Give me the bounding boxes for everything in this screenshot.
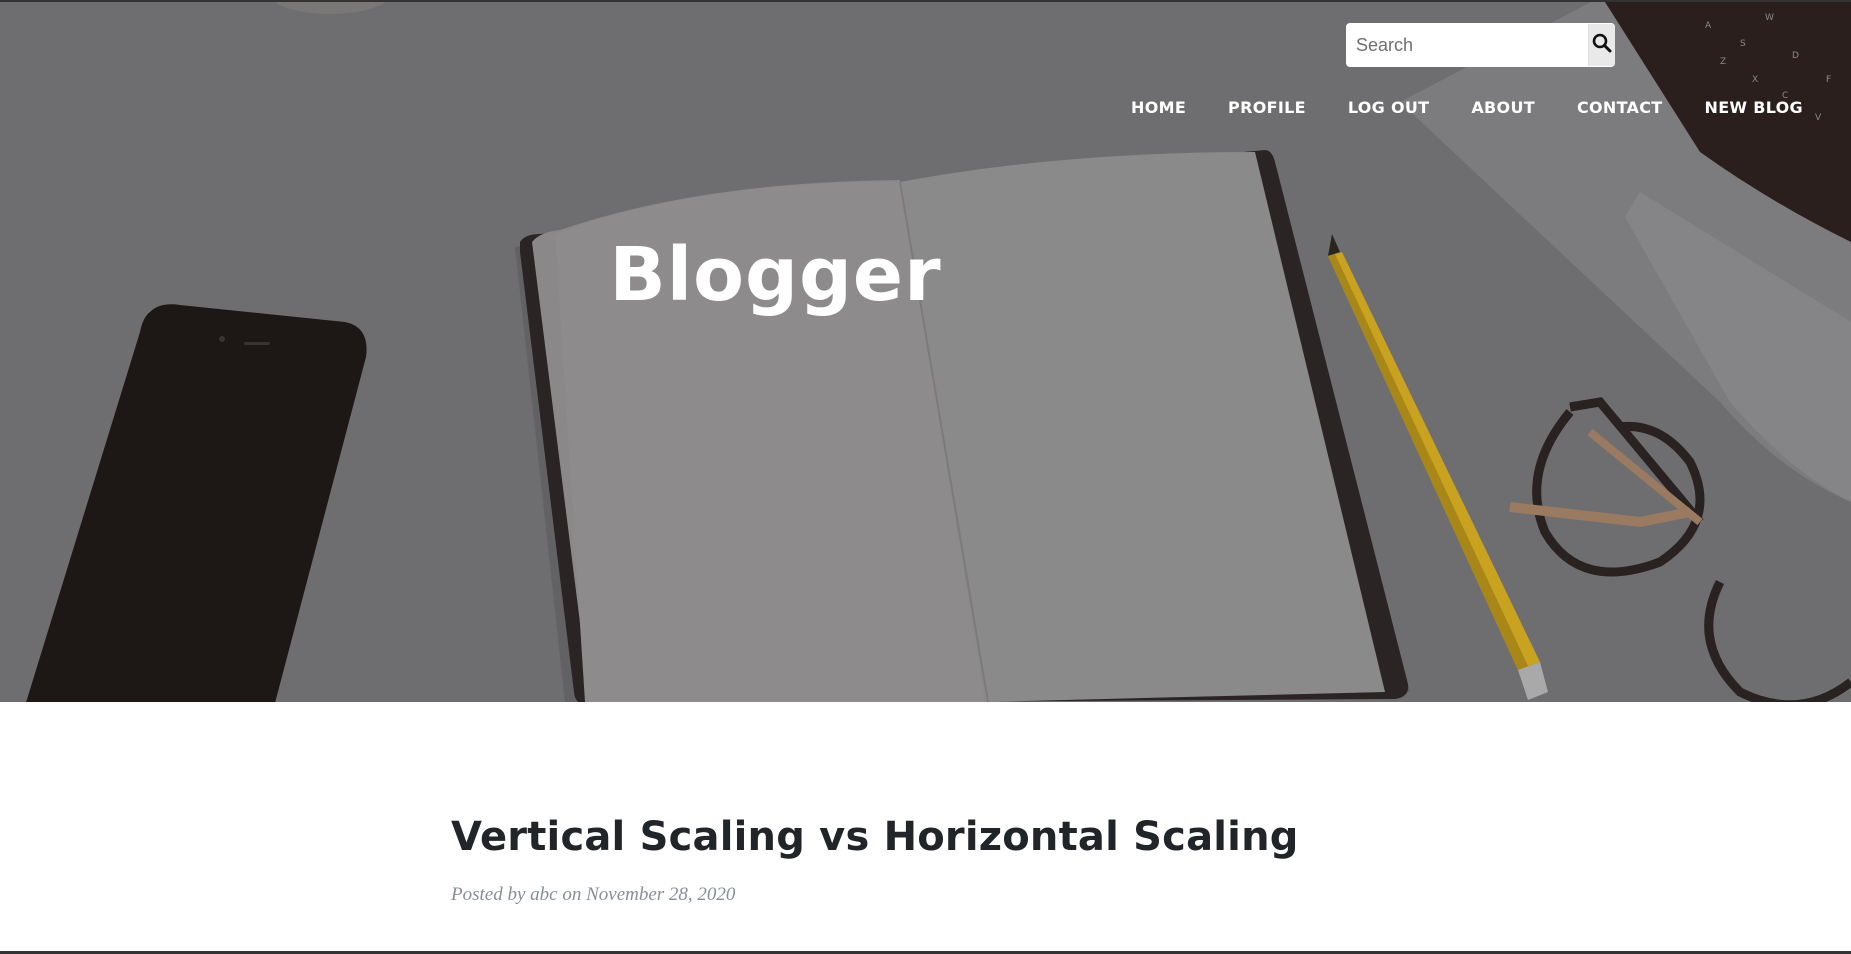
post-meta-prefix: Posted by [451, 884, 526, 905]
hero-header: ASW ZXC DVF HOME PROFILE LOG OUT [0, 2, 1851, 702]
post-title[interactable]: Vertical Scaling vs Horizontal Scaling [451, 814, 1451, 860]
nav-item-home[interactable]: HOME [1131, 98, 1186, 117]
post-preview: Vertical Scaling vs Horizontal Scaling P… [451, 814, 1451, 906]
search-icon [1592, 33, 1612, 58]
svg-text:W: W [1765, 13, 1774, 23]
nav-item-new-blog[interactable]: NEW BLOG [1705, 98, 1804, 117]
main-nav: HOME PROFILE LOG OUT ABOUT CONTACT NEW B… [1089, 98, 1803, 117]
post-author[interactable]: abc [530, 884, 557, 905]
svg-text:S: S [1740, 39, 1746, 49]
post-date: November 28, 2020 [586, 884, 736, 905]
site-title: Blogger [609, 232, 942, 318]
svg-text:F: F [1826, 75, 1831, 85]
nav-item-profile[interactable]: PROFILE [1228, 98, 1306, 117]
svg-text:D: D [1792, 51, 1799, 61]
page: ASW ZXC DVF HOME PROFILE LOG OUT [0, 0, 1851, 954]
nav-item-about[interactable]: ABOUT [1471, 98, 1535, 117]
nav-item-log-out[interactable]: LOG OUT [1348, 98, 1430, 117]
search-button[interactable] [1588, 24, 1615, 66]
svg-text:Z: Z [1720, 57, 1726, 67]
post-meta: Posted by abc on November 28, 2020 [451, 884, 1451, 906]
svg-text:V: V [1815, 113, 1822, 123]
search-form [1346, 23, 1615, 67]
search-input[interactable] [1346, 24, 1588, 66]
svg-text:A: A [1705, 21, 1712, 31]
svg-text:X: X [1752, 75, 1758, 85]
nav-item-contact[interactable]: CONTACT [1577, 98, 1663, 117]
post-meta-on: on [562, 884, 582, 905]
